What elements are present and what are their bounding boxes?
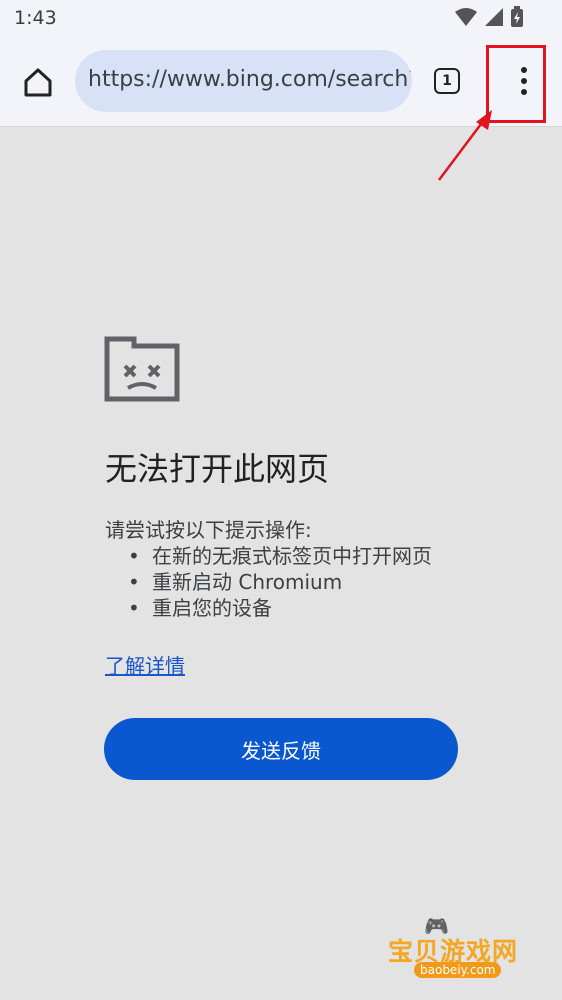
url-text[interactable]: https://www.bing.com/search?q= [88, 67, 412, 92]
error-title: 无法打开此网页 [105, 450, 330, 488]
omnibox[interactable]: https://www.bing.com/search?q= [75, 50, 412, 112]
suggestion-item: 重启您的设备 [128, 595, 432, 621]
wifi-icon [455, 8, 477, 26]
battery-icon [511, 6, 523, 27]
status-time: 1:43 [14, 7, 57, 29]
watermark-logo: 🎮 宝贝游戏网 baobeiy.com [384, 910, 534, 990]
suggestion-item: 在新的无痕式标签页中打开网页 [128, 543, 432, 569]
tab-count: 1 [442, 73, 452, 89]
tab-switcher-icon[interactable]: 1 [434, 68, 460, 94]
suggest-intro: 请尝试按以下提示操作: [105, 518, 312, 542]
arrow-annotation [438, 110, 492, 181]
signal-icon [485, 8, 503, 26]
learn-more-link[interactable]: 了解详情 [105, 650, 185, 679]
home-button[interactable] [18, 62, 58, 102]
suggestion-list: 在新的无痕式标签页中打开网页 重新启动 Chromium 重启您的设备 [128, 543, 432, 621]
home-icon [24, 68, 52, 97]
watermark-url: baobeiy.com [414, 962, 502, 978]
send-feedback-label: 发送反馈 [241, 738, 321, 763]
status-bar: 1:43 [0, 0, 562, 38]
status-icons [454, 6, 524, 28]
suggestion-item: 重新启动 Chromium [128, 569, 432, 595]
sad-page-icon [104, 336, 180, 402]
send-feedback-button[interactable]: 发送反馈 [104, 718, 458, 780]
